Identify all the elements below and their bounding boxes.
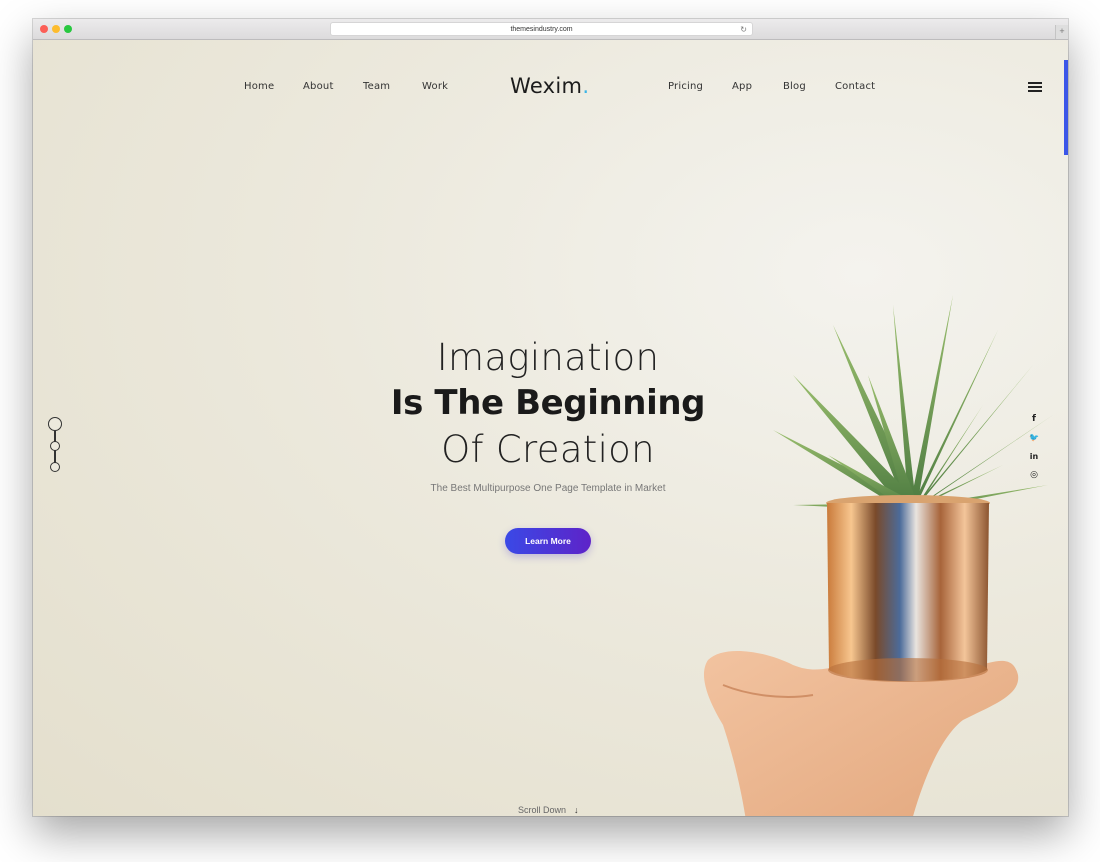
dot-nav-item-1[interactable] [48,417,62,431]
address-bar-url: themesindustry.com [510,26,573,33]
nav-link-pricing[interactable]: Pricing [668,81,703,92]
browser-window: themesindustry.com ↻ + Home About Team W… [33,19,1068,816]
hero-heading-line-1: Imagination [436,336,660,379]
instagram-icon[interactable]: ◎ [1029,470,1039,480]
dot-nav-item-2[interactable] [50,441,60,451]
reload-icon[interactable]: ↻ [740,23,747,36]
scroll-down-link[interactable]: Scroll Down ↓ [518,805,579,815]
nav-link-contact[interactable]: Contact [835,81,875,92]
nav-link-work[interactable]: Work [422,81,448,92]
nav-link-app[interactable]: App [732,81,752,92]
hero-subtitle: The Best Multipurpose One Page Template … [430,483,666,494]
nav-link-blog[interactable]: Blog [783,81,806,92]
scrollbar-thumb[interactable] [1064,60,1068,155]
maximize-window-button[interactable] [64,25,72,33]
logo-text: Wexim [510,74,583,98]
twitter-icon[interactable]: 🐦 [1029,433,1039,442]
hamburger-menu-icon[interactable] [1028,82,1042,92]
facebook-icon[interactable]: f [1029,414,1039,424]
hero-heading-line-3: Of Creation [441,428,655,471]
dot-nav-item-3[interactable] [50,462,60,472]
linkedin-icon[interactable]: in [1029,452,1039,461]
address-bar[interactable]: themesindustry.com ↻ [330,22,753,36]
nav-link-about[interactable]: About [303,81,334,92]
nav-link-home[interactable]: Home [244,81,274,92]
scroll-down-label: Scroll Down [518,805,567,815]
logo-dot: . [582,74,590,98]
browser-titlebar: themesindustry.com ↻ + [33,19,1068,40]
web-page: Home About Team Work Wexim. Pricing App … [33,40,1068,816]
close-window-button[interactable] [40,25,48,33]
learn-more-button[interactable]: Learn More [505,528,591,554]
section-dot-nav [47,417,63,472]
hero-heading-line-2: Is The Beginning [390,383,706,423]
new-tab-button[interactable]: + [1055,25,1068,39]
site-logo[interactable]: Wexim. [510,74,589,98]
nav-link-team[interactable]: Team [363,81,390,92]
minimize-window-button[interactable] [52,25,60,33]
arrow-down-icon: ↓ [574,805,579,815]
